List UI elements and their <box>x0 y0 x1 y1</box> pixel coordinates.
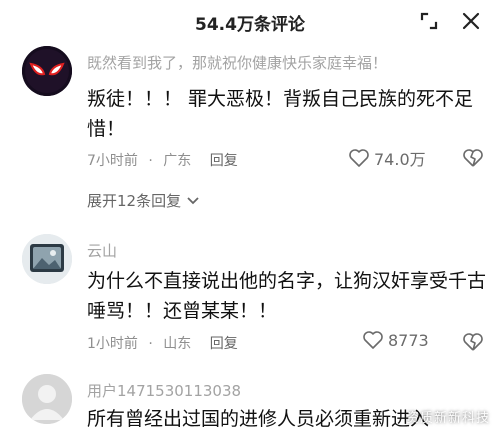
comment-meta: 7小时前 · 广东 回复 <box>87 150 238 170</box>
comment-username[interactable]: 用户1471530113038 <box>87 380 241 401</box>
close-button[interactable] <box>458 8 484 34</box>
like-count: 74.0万 <box>374 150 426 169</box>
heart-icon <box>349 149 369 167</box>
default-user-avatar-icon <box>22 374 72 424</box>
comment-meta: 1小时前 · 山东 回复 <box>87 333 238 353</box>
avatar[interactable] <box>22 234 72 284</box>
like-button[interactable]: 74.0万 <box>348 146 426 170</box>
avatar[interactable] <box>22 46 72 96</box>
spiderman-avatar-image <box>22 46 72 96</box>
heart-icon <box>363 331 383 349</box>
reply-button[interactable]: 回复 <box>210 150 238 170</box>
comment-location: 广东 <box>163 153 192 169</box>
comment-username[interactable]: 云山 <box>87 240 117 261</box>
comment-location: 山东 <box>163 336 192 352</box>
fullscreen-button[interactable] <box>416 8 442 34</box>
comment-text: 为什么不直接说出他的名字，让狗汉奸享受千古唾骂！！还曾某某！！ <box>87 270 487 322</box>
expand-icon <box>420 12 438 30</box>
comments-header: 54.4万条评论 <box>0 0 500 44</box>
expand-replies-label: 展开12条回复 <box>87 192 182 210</box>
avatar[interactable] <box>22 374 72 424</box>
watermark: 资质新新科技 <box>405 411 490 426</box>
broken-heart-icon <box>463 333 483 351</box>
comment-time: 1小时前 <box>87 336 138 352</box>
comment-time: 7小时前 <box>87 153 138 169</box>
reply-button[interactable]: 回复 <box>210 333 238 353</box>
meta-separator: · <box>148 336 153 352</box>
comment-username[interactable]: 既然看到我了，那就祝你健康快乐家庭幸福！ <box>87 52 387 73</box>
landscape-avatar-image <box>22 234 72 284</box>
broken-heart-icon <box>463 149 483 167</box>
like-count: 8773 <box>388 330 429 350</box>
dislike-button[interactable] <box>462 332 484 356</box>
like-button[interactable]: 8773 <box>362 330 429 350</box>
dislike-button[interactable] <box>462 148 484 172</box>
comment-text: 叛徒！！！ 罪大恶极！背叛自己民族的死不足惜！ <box>87 88 474 140</box>
chevron-down-icon <box>187 196 199 204</box>
expand-replies-button[interactable]: 展开12条回复 <box>87 190 201 211</box>
meta-separator: · <box>148 153 153 169</box>
close-icon <box>462 12 480 30</box>
